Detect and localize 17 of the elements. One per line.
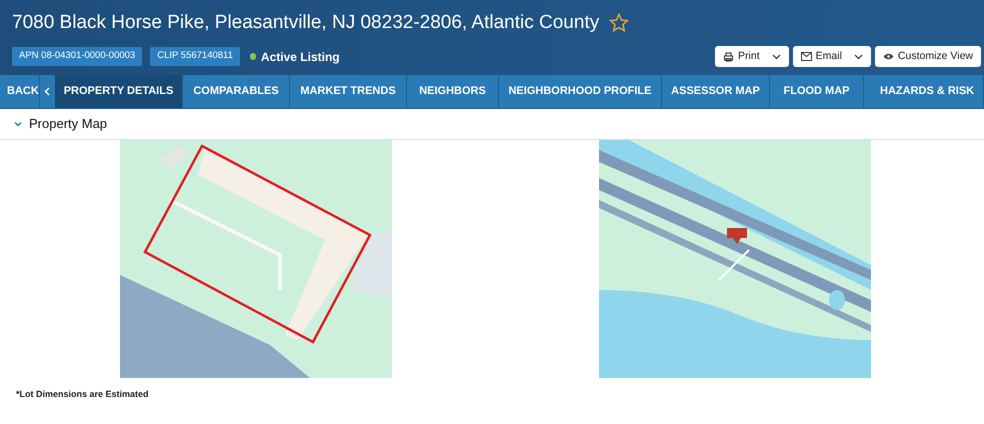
section-title: Property Map xyxy=(29,115,108,134)
action-button[interactable]: Customize View xyxy=(874,46,981,67)
property-address: 7080 Black Horse Pike, Pleasantville, NJ 08232-2806, Atlantic County xyxy=(12,11,600,35)
id-badge: CLIP 5567140811 xyxy=(150,47,240,66)
mail-icon xyxy=(800,52,812,61)
chevron-left-icon xyxy=(44,87,50,96)
nav-tab[interactable]: PROPERTY DETAILS xyxy=(55,75,183,108)
eye-icon xyxy=(882,53,894,60)
action-button[interactable]: Email xyxy=(792,46,871,67)
listing-status: Active Listing xyxy=(260,48,340,66)
print-icon xyxy=(723,52,734,62)
chevron-down-icon[interactable] xyxy=(14,121,22,127)
back-button[interactable]: BACK xyxy=(0,75,40,108)
footnote: *Lot Dimensions are Estimated xyxy=(15,388,150,401)
star-icon[interactable] xyxy=(609,13,630,33)
id-badge: APN 08-04301-0000-00003 xyxy=(12,47,142,66)
action-button[interactable]: Print xyxy=(715,46,789,67)
